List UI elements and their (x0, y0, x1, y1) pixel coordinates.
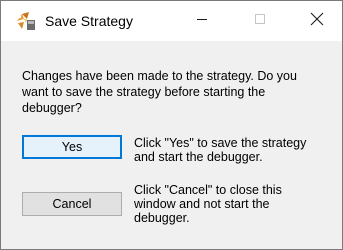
title-bar[interactable]: Save Strategy (1, 1, 342, 41)
yes-button[interactable]: Yes (22, 135, 122, 159)
description-line: Click "Cancel" to close this (134, 183, 282, 197)
minimize-icon (196, 12, 208, 30)
description-line: window and not start the (134, 197, 270, 211)
save-strategy-dialog: Save Strategy Changes have been made to … (0, 0, 343, 250)
yes-description: Click "Yes" to save the strategy and sta… (134, 136, 339, 164)
cancel-description: Click "Cancel" to close this window and … (134, 183, 339, 225)
close-button[interactable] (294, 1, 340, 41)
window-title: Save Strategy (45, 13, 133, 29)
description-line: debugger. (134, 211, 190, 225)
message-line: debugger? (22, 101, 82, 115)
description-line: and start the debugger. (134, 150, 263, 164)
minimize-button[interactable] (179, 1, 225, 41)
description-line: Click "Yes" to save the strategy (134, 136, 307, 150)
maximize-icon (254, 12, 266, 30)
dialog-message: Changes have been made to the strategy. … (22, 68, 340, 116)
message-line: Changes have been made to the strategy. … (22, 69, 297, 83)
cancel-button[interactable]: Cancel (22, 192, 122, 216)
strategy-app-icon (15, 11, 37, 31)
maximize-button[interactable] (237, 1, 283, 41)
message-line: want to save the strategy before startin… (22, 85, 266, 99)
close-icon (310, 12, 324, 31)
